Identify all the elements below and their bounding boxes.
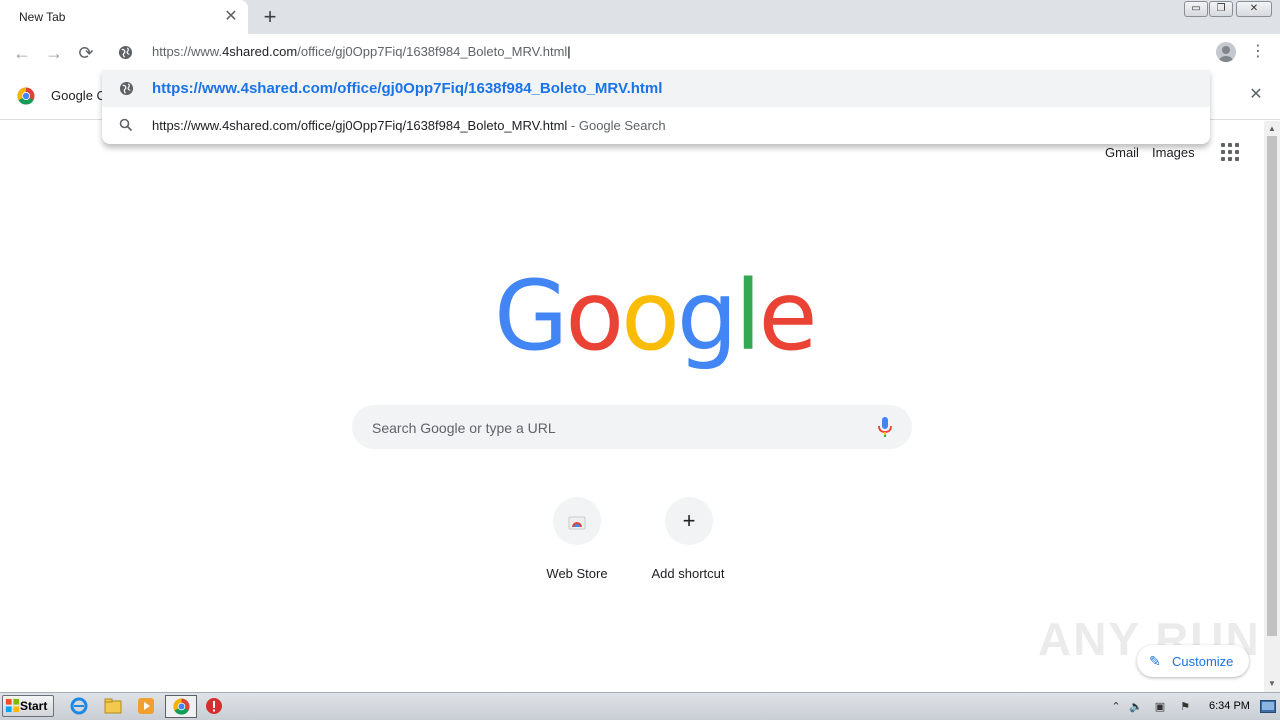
show-desktop-icon[interactable] (1260, 700, 1276, 713)
shortcut-web-store[interactable] (553, 497, 601, 545)
suggestion-url-text: https://www.4shared.com/office/gj0Opp7Fi… (152, 80, 663, 97)
shortcut-label-web-store: Web Store (546, 566, 608, 581)
profile-avatar[interactable] (1216, 42, 1236, 62)
plus-icon[interactable]: + (665, 497, 713, 545)
tab-title: New Tab (19, 10, 66, 24)
infobar-text: Google Cl (51, 88, 109, 103)
minimize-button[interactable]: ▭ (1184, 1, 1208, 17)
suggestion-search-suffix: - Google Search (567, 118, 666, 133)
pencil-icon: ✎ (1149, 653, 1161, 669)
suggestion-search[interactable]: https://www.4shared.com/office/gj0Opp7Fi… (102, 107, 1210, 144)
google-logo-letter: o (621, 260, 680, 372)
omnibox-domain: 4shared.com (222, 44, 298, 59)
web-store-icon (568, 516, 586, 530)
reload-button[interactable]: ⟳ (75, 42, 97, 64)
globe-icon (118, 45, 133, 60)
new-tab-button[interactable]: + (258, 5, 282, 29)
scroll-down-icon[interactable]: ▼ (1264, 677, 1280, 691)
internet-explorer-icon[interactable] (70, 697, 88, 715)
suggestion-search-text: https://www.4shared.com/office/gj0Opp7Fi… (152, 118, 666, 133)
search-input[interactable]: Search Google or type a URL (372, 420, 556, 436)
volume-icon[interactable]: 🔈 (1129, 700, 1143, 714)
customize-label: Customize (1172, 654, 1234, 669)
google-logo: Google (494, 268, 818, 364)
clock[interactable]: 6:34 PM (1209, 700, 1250, 712)
google-logo-letter: e (758, 260, 817, 372)
taskbar-chrome-button[interactable] (165, 695, 197, 718)
action-center-flag-icon[interactable]: ⚑ (1178, 700, 1192, 714)
shortcut-label-add: Add shortcut (651, 566, 725, 581)
google-logo-letter: l (734, 260, 762, 372)
folder-icon[interactable] (104, 697, 122, 715)
network-icon[interactable]: ▣ (1153, 700, 1167, 714)
media-player-icon[interactable] (137, 697, 155, 715)
infobar-close-icon[interactable]: ✕ (1247, 86, 1265, 104)
text-caret: | (567, 44, 571, 59)
back-button[interactable]: ← (11, 42, 33, 64)
omnibox-path: /office/gj0Opp7Fiq/1638f984_Boleto_MRV.h… (297, 44, 568, 59)
search-icon (119, 118, 133, 132)
scroll-thumb[interactable] (1267, 136, 1277, 636)
close-window-button[interactable]: ✕ (1236, 1, 1272, 17)
google-logo-letter: G (494, 260, 568, 372)
apps-grid-icon[interactable] (1221, 143, 1239, 161)
omnibox-scheme: https://www. (152, 44, 223, 59)
stop-icon[interactable] (205, 697, 223, 715)
images-link[interactable]: Images (1152, 145, 1195, 160)
person-icon (1219, 46, 1233, 62)
google-logo-letter: g (676, 260, 738, 372)
forward-button[interactable]: → (43, 42, 65, 64)
google-logo-letter: o (565, 260, 624, 372)
suggestion-search-query: https://www.4shared.com/office/gj0Opp7Fi… (152, 118, 568, 133)
omnibox-text[interactable]: https://www.4shared.com/office/gj0Opp7Fi… (152, 44, 571, 59)
menu-icon[interactable]: ⋮ (1250, 42, 1266, 62)
scroll-up-icon[interactable]: ▲ (1264, 122, 1280, 136)
chrome-icon (173, 698, 190, 715)
start-label: Start (20, 699, 48, 713)
gmail-link[interactable]: Gmail (1105, 145, 1139, 160)
globe-icon (119, 81, 134, 96)
tray-expand-icon[interactable]: ⌃ (1109, 700, 1123, 714)
omnibox-dropdown: https://www.4shared.com/office/gj0Opp7Fi… (102, 70, 1210, 144)
suggestion-url[interactable]: https://www.4shared.com/office/gj0Opp7Fi… (102, 70, 1210, 107)
windows-logo-icon (5, 698, 20, 713)
tab-close-icon[interactable]: ✕ (222, 8, 240, 26)
restore-button[interactable]: ❐ (1209, 1, 1233, 17)
tab-new-tab[interactable]: New Tab ✕ (0, 0, 248, 34)
chrome-logo-icon (17, 87, 35, 105)
microphone-icon[interactable] (877, 416, 893, 438)
